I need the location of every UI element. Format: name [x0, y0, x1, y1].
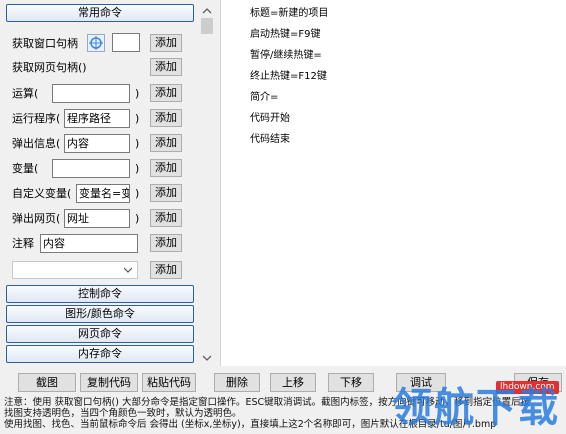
delete-button[interactable]: 删除: [214, 373, 260, 392]
custom-variable-close-paren: ): [135, 187, 140, 200]
note-line: 找图支持透明色，当四个角颜色一致时，默认为透明色。: [4, 408, 242, 419]
screenshot-button[interactable]: 截图: [18, 373, 76, 392]
scroll-thumb[interactable]: [201, 18, 213, 34]
panel-scrollbar[interactable]: [199, 2, 215, 364]
add-popup-message-button[interactable]: 添加: [150, 134, 182, 152]
code-line: 代码结束: [250, 134, 290, 145]
code-line: 简介=: [250, 92, 279, 103]
graphics-color-commands-header[interactable]: 图形/颜色命令: [6, 305, 194, 323]
code-line: 终止热键=F12键: [250, 71, 327, 82]
window-handle-field[interactable]: [112, 33, 140, 52]
program-path-field[interactable]: 程序路径: [64, 109, 130, 128]
add-select-command-button[interactable]: 添加: [150, 261, 182, 279]
get-window-handle-label: 获取窗口句柄: [12, 37, 78, 50]
comment-label: 注释: [12, 237, 34, 250]
comment-field[interactable]: 内容: [40, 234, 138, 253]
code-line: 暂停/继续热键=: [250, 50, 322, 61]
memory-commands-header[interactable]: 内存命令: [6, 345, 194, 363]
run-program-label: 运行程序(: [12, 112, 61, 125]
move-up-button[interactable]: 上移: [270, 373, 316, 392]
variable-field[interactable]: [52, 159, 130, 178]
scroll-down-icon[interactable]: [202, 352, 212, 365]
web-commands-header[interactable]: 网页命令: [6, 325, 194, 343]
variable-close-paren: ): [135, 162, 140, 175]
code-line: 标题=新建的项目: [250, 8, 329, 19]
code-line: 启动热键=F9键: [250, 29, 321, 40]
add-custom-variable-button[interactable]: 添加: [150, 184, 182, 202]
compute-close-paren: ): [135, 87, 140, 100]
popup-message-close-paren: ): [135, 137, 140, 150]
add-get-window-handle-button[interactable]: 添加: [150, 34, 182, 52]
compute-label: 运算(: [12, 87, 39, 100]
add-comment-button[interactable]: 添加: [150, 234, 182, 252]
variable-label: 变量(: [12, 162, 39, 175]
command-select[interactable]: [12, 261, 138, 279]
get-web-handle-label: 获取网页句柄(): [12, 61, 87, 74]
add-variable-button[interactable]: 添加: [150, 159, 182, 177]
popup-webpage-close-paren: ): [135, 212, 140, 225]
chevron-down-icon: [122, 263, 134, 277]
add-run-program-button[interactable]: 添加: [150, 109, 182, 127]
crosshair-icon[interactable]: [87, 34, 105, 52]
control-commands-header[interactable]: 控制命令: [6, 285, 194, 303]
move-down-button[interactable]: 下移: [328, 373, 374, 392]
popup-message-field[interactable]: 内容: [64, 134, 130, 153]
copy-code-button[interactable]: 复制代码: [80, 373, 138, 392]
add-compute-button[interactable]: 添加: [150, 84, 182, 102]
command-panel: 常用命令 获取窗口句柄 添加 获取网页句柄() 添加 运算( ) 添加 运行程序…: [0, 0, 198, 366]
watermark-brand: 领航下载: [392, 385, 560, 431]
common-commands-header[interactable]: 常用命令: [6, 4, 194, 22]
code-line: 代码开始: [250, 113, 290, 124]
add-popup-webpage-button[interactable]: 添加: [150, 209, 182, 227]
run-program-close-paren: ): [135, 112, 140, 125]
add-get-web-handle-button[interactable]: 添加: [150, 58, 182, 76]
paste-code-button[interactable]: 粘贴代码: [142, 373, 196, 392]
custom-variable-field[interactable]: 变量名=变量: [76, 184, 130, 203]
compute-field[interactable]: [52, 84, 130, 103]
popup-webpage-label: 弹出网页(: [12, 212, 61, 225]
popup-message-label: 弹出信息(: [12, 137, 61, 150]
scroll-up-icon[interactable]: [202, 5, 212, 18]
custom-variable-label: 自定义变量(: [12, 187, 72, 200]
popup-webpage-field[interactable]: 网址: [64, 209, 130, 228]
